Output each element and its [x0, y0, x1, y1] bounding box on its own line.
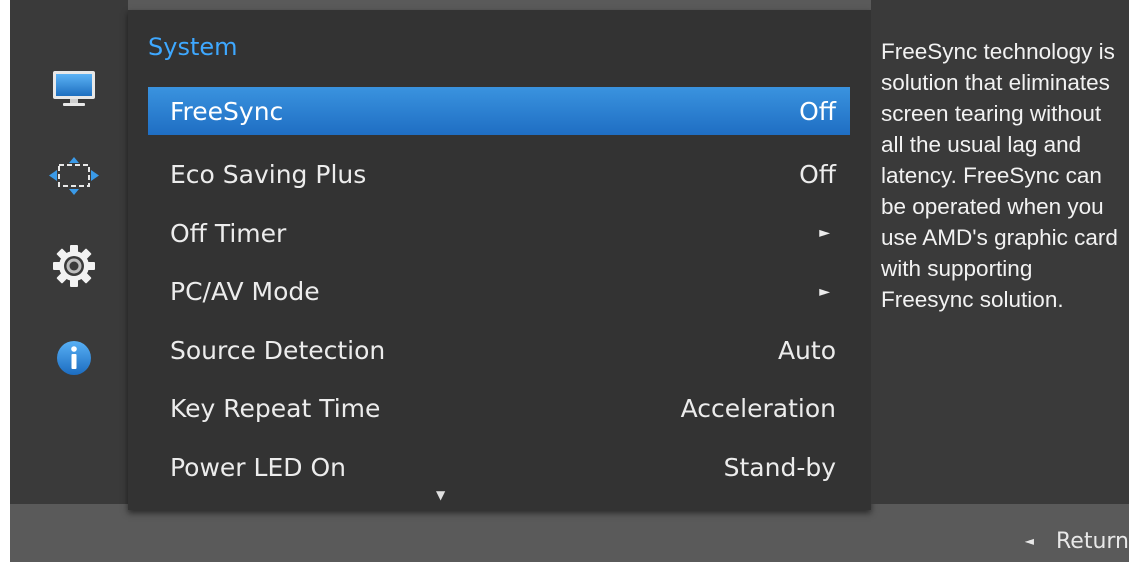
menu-item-label: Power LED On [170, 452, 346, 482]
gear-icon[interactable] [46, 244, 102, 288]
menu-item-pc-av-mode[interactable]: PC/AV Mode ► [148, 263, 850, 322]
return-arrow-icon: ◄ [1024, 534, 1034, 548]
return-label: Return [1055, 528, 1129, 554]
scroll-down-icon[interactable]: ▼ [436, 488, 445, 502]
menu-item-value: Acceleration [680, 394, 836, 424]
menu-item-label: Key Repeat Time [170, 394, 381, 424]
menu-item-label: FreeSync [170, 96, 284, 126]
menu-item-off-timer[interactable]: Off Timer ► [148, 204, 850, 263]
description-text: FreeSync technology is solution that eli… [881, 39, 1118, 312]
submenu-arrow-icon: ► [819, 225, 830, 242]
description-panel: FreeSync technology is solution that eli… [871, 0, 1129, 504]
menu-item-value: Stand-by [723, 452, 836, 482]
info-icon[interactable] [46, 336, 102, 380]
menu-item-value: Off [799, 160, 836, 190]
submenu-arrow-icon: ► [819, 283, 830, 300]
menu-item-freesync[interactable]: FreeSync Off [148, 87, 850, 135]
menu-item-label: Off Timer [170, 218, 287, 248]
menu-item-eco-saving-plus[interactable]: Eco Saving Plus Off [148, 146, 850, 205]
bottom-bar: ◄ Return [10, 504, 1129, 562]
screen-adjust-icon[interactable] [46, 154, 102, 198]
monitor-icon[interactable] [46, 68, 102, 112]
category-sidebar [10, 0, 128, 504]
menu-item-source-detection[interactable]: Source Detection Auto [148, 321, 850, 380]
menu-title: System [148, 33, 238, 61]
menu-item-label: PC/AV Mode [170, 277, 320, 307]
menu-item-label: Source Detection [170, 335, 386, 365]
menu-item-key-repeat-time[interactable]: Key Repeat Time Acceleration [148, 380, 850, 439]
menu-item-label: Eco Saving Plus [170, 160, 367, 190]
menu-list: FreeSync Off Eco Saving Plus Off Off Tim… [148, 87, 850, 497]
menu-item-value: Auto [777, 335, 836, 365]
system-menu-panel: System FreeSync Off Eco Saving Plus Off … [128, 10, 871, 510]
return-button[interactable]: ◄ Return [1025, 526, 1129, 556]
menu-item-power-led-on[interactable]: Power LED On Stand-by [148, 438, 850, 497]
menu-item-value: Off [799, 96, 836, 126]
